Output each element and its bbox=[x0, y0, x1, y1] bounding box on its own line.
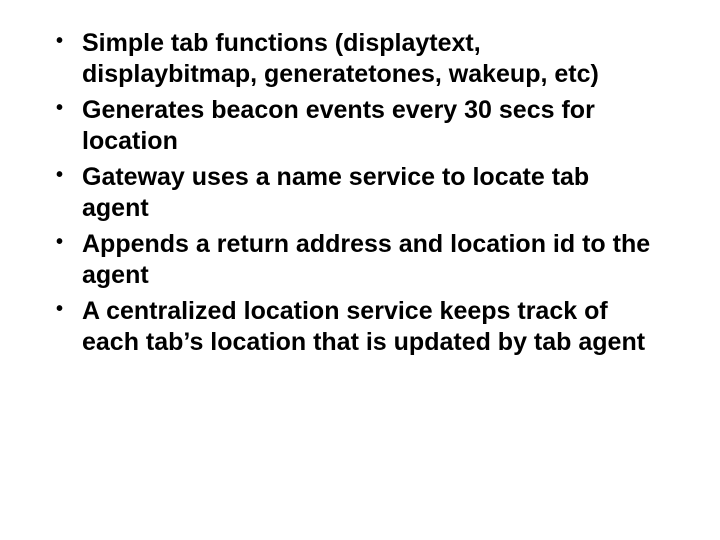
list-item: A centralized location service keeps tra… bbox=[48, 296, 660, 357]
slide: Simple tab functions (displaytext, displ… bbox=[0, 0, 720, 540]
list-item: Gateway uses a name service to locate ta… bbox=[48, 162, 660, 223]
list-item: Simple tab functions (displaytext, displ… bbox=[48, 28, 660, 89]
list-item: Generates beacon events every 30 secs fo… bbox=[48, 95, 660, 156]
list-item: Appends a return address and location id… bbox=[48, 229, 660, 290]
bullet-list: Simple tab functions (displaytext, displ… bbox=[48, 28, 660, 357]
